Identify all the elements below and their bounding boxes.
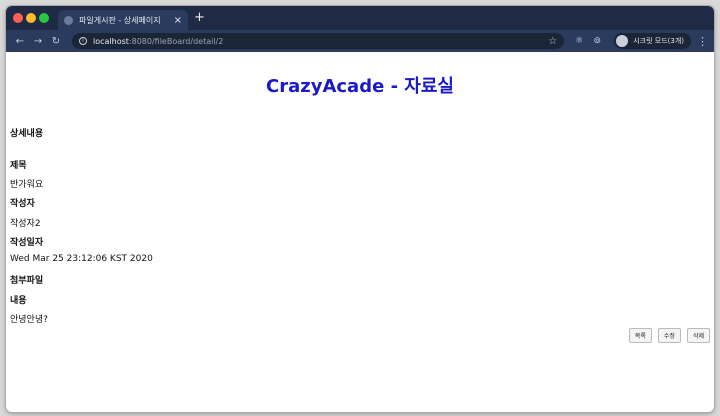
forward-arrow-icon[interactable]: → (30, 36, 46, 47)
url-path: :8080/fileBoard/detail/2 (128, 36, 224, 46)
browser-toolbar: ← → ↻ i localhost:8080/fileBoard/detail/… (6, 30, 714, 52)
content-value: 안녕안녕? (10, 315, 48, 325)
section-heading: 상세내용 (10, 129, 44, 139)
globe-icon (64, 15, 73, 25)
back-arrow-icon[interactable]: ← (12, 36, 28, 47)
close-tab-icon[interactable]: × (174, 15, 182, 26)
extension-icon[interactable]: ⚛ (572, 36, 586, 46)
delete-button[interactable]: 삭제 (686, 328, 710, 343)
info-icon[interactable]: i (79, 37, 87, 45)
browser-window: 파일게시판 - 상세페이지 × + ← → ↻ i localhost:8080… (6, 6, 714, 412)
profile-label: 시크릿 모드(3개) (633, 37, 684, 45)
author-value: 작성자2 (10, 219, 41, 229)
url-host: localhost (93, 36, 129, 46)
content-label: 내용 (10, 296, 27, 306)
edit-button[interactable]: 수정 (657, 328, 681, 343)
new-tab-button[interactable]: + (194, 10, 205, 26)
page-content: CrazyAcade - 자료실 상세내용 제목 반가워요 작성자 작성자2 작… (6, 52, 714, 412)
tab-title: 파일게시판 - 상세페이지 (79, 15, 161, 25)
action-buttons: 목록 수정 삭제 (628, 328, 710, 343)
tab-bar: 파일게시판 - 상세페이지 × + (6, 6, 714, 30)
date-label: 작성일자 (10, 238, 44, 248)
extension-settings-icon[interactable]: ⊚ (590, 36, 604, 46)
reload-icon[interactable]: ↻ (48, 36, 64, 47)
subject-label: 제목 (10, 161, 27, 171)
incognito-avatar-icon (616, 35, 629, 47)
minimize-window-button[interactable] (26, 13, 36, 23)
close-window-button[interactable] (13, 13, 23, 23)
page-title: CrazyAcade - 자료실 (266, 76, 454, 97)
bookmark-star-icon[interactable]: ☆ (548, 36, 557, 47)
date-value: Wed Mar 25 23:12:06 KST 2020 (10, 254, 153, 264)
tab-detail-page[interactable]: 파일게시판 - 상세페이지 × (58, 10, 188, 30)
maximize-window-button[interactable] (39, 13, 49, 23)
address-bar[interactable]: i localhost:8080/fileBoard/detail/2 ☆ (72, 33, 565, 49)
menu-dots-icon[interactable]: ⋮ (697, 35, 708, 48)
subject-value: 반가워요 (10, 180, 44, 190)
author-label: 작성자 (10, 199, 35, 209)
incognito-profile-button[interactable]: 시크릿 모드(3개) (614, 33, 691, 49)
list-button[interactable]: 목록 (628, 328, 652, 343)
attachment-label: 첨부파일 (10, 276, 44, 286)
